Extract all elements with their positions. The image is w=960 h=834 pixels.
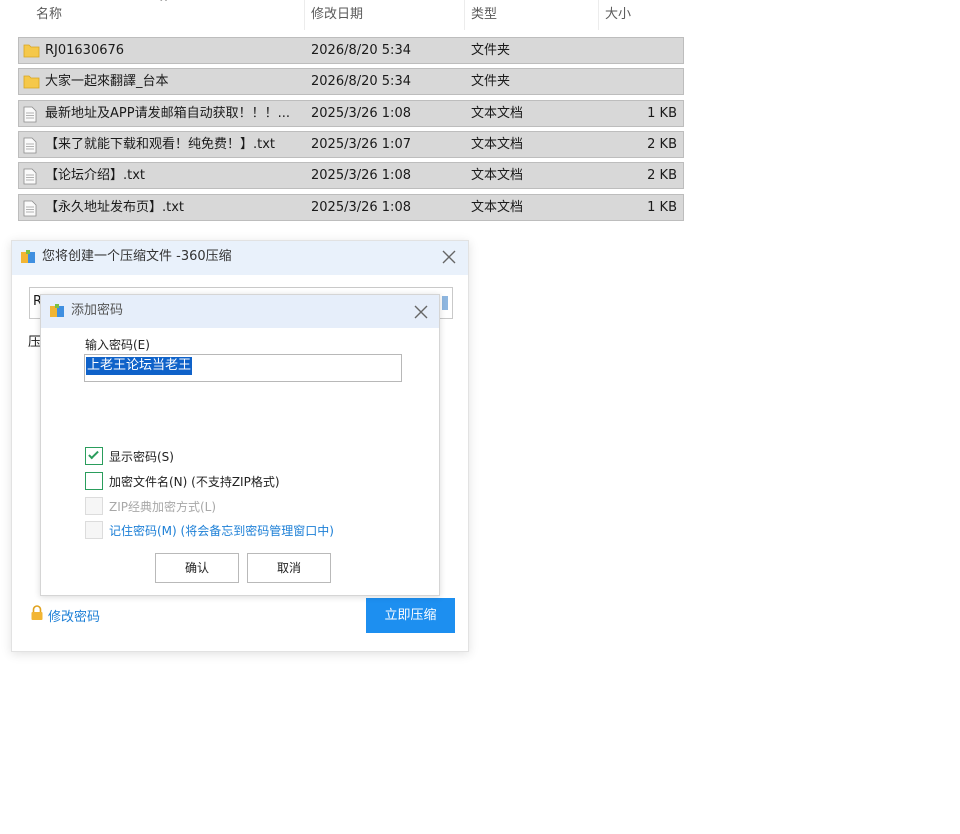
checkbox-unchecked[interactable] bbox=[85, 521, 103, 539]
file-row[interactable]: 【来了就能下载和观看！纯免费！】.txt 2025/3/26 1:07 文本文档… bbox=[18, 131, 684, 158]
encrypt-filenames-checkbox[interactable]: 加密文件名(N) (不支持ZIP格式) bbox=[85, 471, 280, 491]
close-icon[interactable] bbox=[439, 247, 459, 267]
text-file-icon bbox=[23, 168, 37, 189]
column-header-type[interactable]: 类型 bbox=[464, 0, 598, 30]
column-header-bar: ^ 名称 修改日期 类型 大小 bbox=[0, 0, 690, 30]
checkbox-unchecked[interactable] bbox=[85, 472, 103, 490]
file-name: 【永久地址发布页】.txt bbox=[45, 200, 185, 215]
archive-app-icon bbox=[49, 303, 65, 323]
file-size: 2 KB bbox=[647, 168, 677, 183]
add-password-dialog: 添加密码 输入密码(E) 上老王论坛当老王 显示密码(S) 加密文件名(N) (… bbox=[40, 294, 440, 596]
close-icon[interactable] bbox=[411, 302, 431, 322]
password-input[interactable]: 上老王论坛当老王 bbox=[84, 354, 402, 382]
compress-dialog-title: 您将创建一个压缩文件 -360压缩 bbox=[42, 249, 232, 264]
file-type: 文本文档 bbox=[471, 106, 524, 121]
show-password-checkbox[interactable]: 显示密码(S) bbox=[85, 446, 174, 466]
file-row[interactable]: 【永久地址发布页】.txt 2025/3/26 1:08 文本文档 1 KB bbox=[18, 194, 684, 221]
file-row[interactable]: 大家一起來翻譯_台本 2026/8/20 5:34 文件夹 bbox=[18, 68, 684, 95]
folder-icon bbox=[23, 74, 40, 93]
remember-password-label: 记住密码(M) (将会备忘到密码管理窗口中) bbox=[109, 523, 334, 538]
file-date: 2026/8/20 5:34 bbox=[311, 74, 411, 89]
file-date: 2025/3/26 1:08 bbox=[311, 106, 411, 121]
change-password-link[interactable]: 修改密码 bbox=[30, 605, 100, 625]
file-row[interactable]: 【论坛介绍】.txt 2025/3/26 1:08 文本文档 2 KB bbox=[18, 162, 684, 189]
file-type: 文本文档 bbox=[471, 137, 524, 152]
file-size: 1 KB bbox=[647, 200, 677, 215]
change-password-label: 修改密码 bbox=[48, 609, 101, 625]
text-file-icon bbox=[23, 137, 37, 158]
file-type: 文件夹 bbox=[471, 74, 511, 89]
checkmark-icon bbox=[88, 448, 99, 460]
file-date: 2025/3/26 1:07 bbox=[311, 137, 411, 152]
column-header-date[interactable]: 修改日期 bbox=[304, 0, 464, 30]
cancel-button[interactable]: 取消 bbox=[247, 553, 331, 583]
lock-icon bbox=[30, 605, 44, 625]
file-name: 大家一起來翻譯_台本 bbox=[45, 74, 169, 89]
remember-password-checkbox[interactable]: 记住密码(M) (将会备忘到密码管理窗口中) bbox=[85, 520, 334, 540]
file-explorer: ^ 名称 修改日期 类型 大小 RJ01630676 2026/8/20 5:3… bbox=[0, 0, 700, 230]
zip-classic-encryption-label: ZIP经典加密方式(L) bbox=[109, 499, 217, 514]
archive-app-icon bbox=[20, 249, 36, 269]
show-password-label: 显示密码(S) bbox=[109, 449, 174, 464]
file-type: 文本文档 bbox=[471, 168, 524, 183]
folder-icon bbox=[23, 43, 40, 62]
file-size: 1 KB bbox=[647, 106, 677, 121]
encrypt-filenames-label: 加密文件名(N) (不支持ZIP格式) bbox=[109, 474, 280, 489]
compress-dialog-titlebar[interactable]: 您将创建一个压缩文件 -360压缩 bbox=[12, 241, 468, 275]
text-file-icon bbox=[23, 200, 37, 221]
zip-classic-encryption-checkbox: ZIP经典加密方式(L) bbox=[85, 496, 216, 516]
checkbox-disabled bbox=[85, 497, 103, 515]
file-type: 文本文档 bbox=[471, 200, 524, 215]
file-type: 文件夹 bbox=[471, 43, 511, 58]
file-name: 【论坛介绍】.txt bbox=[45, 168, 146, 183]
file-row[interactable]: RJ01630676 2026/8/20 5:34 文件夹 bbox=[18, 37, 684, 64]
add-password-titlebar[interactable]: 添加密码 bbox=[41, 295, 439, 328]
column-header-name[interactable]: 名称 bbox=[30, 0, 304, 30]
file-name: 【来了就能下载和观看！纯免费！】.txt bbox=[45, 137, 276, 152]
file-row[interactable]: 最新地址及APP请发邮箱自动获取！！！... 2025/3/26 1:08 文本… bbox=[18, 100, 684, 127]
column-header-size[interactable]: 大小 bbox=[598, 0, 686, 30]
confirm-button[interactable]: 确认 bbox=[155, 553, 239, 583]
file-name: 最新地址及APP请发邮箱自动获取！！！... bbox=[45, 106, 290, 121]
password-value: 上老王论坛当老王 bbox=[86, 357, 193, 375]
add-password-title: 添加密码 bbox=[71, 303, 124, 318]
compress-now-button[interactable]: 立即压缩 bbox=[366, 598, 455, 633]
file-date: 2026/8/20 5:34 bbox=[311, 43, 411, 58]
file-name: RJ01630676 bbox=[45, 43, 125, 58]
checkbox-checked[interactable] bbox=[85, 447, 103, 465]
password-input-label: 输入密码(E) bbox=[85, 338, 150, 352]
text-file-icon bbox=[23, 106, 37, 127]
file-date: 2025/3/26 1:08 bbox=[311, 200, 411, 215]
file-size: 2 KB bbox=[647, 137, 677, 152]
browse-button[interactable] bbox=[442, 296, 448, 310]
file-date: 2025/3/26 1:08 bbox=[311, 168, 411, 183]
